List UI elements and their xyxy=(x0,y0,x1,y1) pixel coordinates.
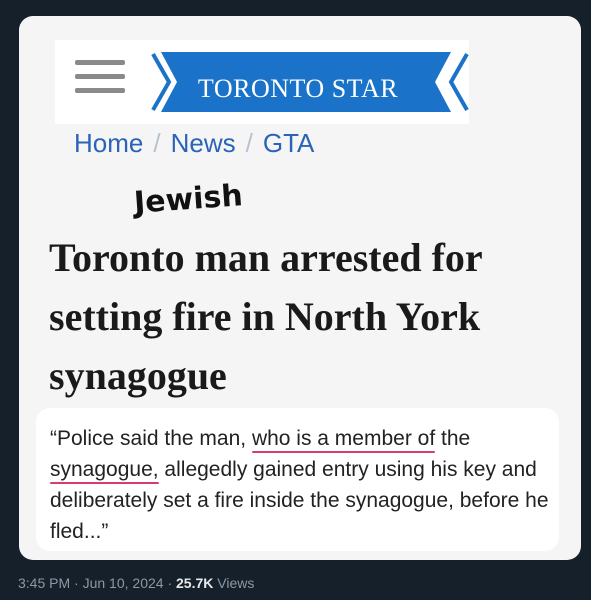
meta-separator: · xyxy=(70,575,83,591)
quote-underlined-1: who is a member of xyxy=(251,427,436,450)
post-image-card[interactable]: TORONTO STAR Home / News / GTA Jewish Toront… xyxy=(19,16,581,560)
post-date[interactable]: Jun 10, 2024 xyxy=(83,575,164,591)
view-count: 25.7K xyxy=(176,575,214,591)
headline-line-2: setting fire in North York xyxy=(49,294,481,339)
quote-box: “Police said the man, who is a member of… xyxy=(36,408,559,551)
breadcrumb-home[interactable]: Home xyxy=(74,128,143,158)
quote-part-2: the xyxy=(435,427,471,450)
hamburger-menu-icon[interactable] xyxy=(75,60,125,100)
article-headline[interactable]: Toronto man arrested for setting fire in… xyxy=(49,228,569,405)
headline-line-3: synagogue xyxy=(49,353,227,398)
site-header: TORONTO STAR xyxy=(55,40,469,124)
quote-part-1: “Police said the man, xyxy=(50,427,252,450)
quote-underlined-2: synagogue, xyxy=(50,458,159,481)
quote-text: “Police said the man, who is a member of… xyxy=(50,423,550,547)
breadcrumb-separator: / xyxy=(245,128,253,158)
post-meta: 3:45 PM · Jun 10, 2024 · 25.7K Views xyxy=(18,575,254,591)
breadcrumb-separator: / xyxy=(153,128,161,158)
meta-separator: · xyxy=(163,575,177,591)
views-label: Views xyxy=(213,575,255,591)
breadcrumb-gta[interactable]: GTA xyxy=(263,128,315,158)
breadcrumb: Home / News / GTA xyxy=(74,128,314,159)
post-time[interactable]: 3:45 PM xyxy=(18,575,70,591)
handwritten-annotation: Jewish xyxy=(132,178,244,221)
logo-text: TORONTO STAR xyxy=(197,74,399,103)
headline-line-1: Toronto man arrested for xyxy=(49,235,483,280)
breadcrumb-news[interactable]: News xyxy=(171,128,236,158)
